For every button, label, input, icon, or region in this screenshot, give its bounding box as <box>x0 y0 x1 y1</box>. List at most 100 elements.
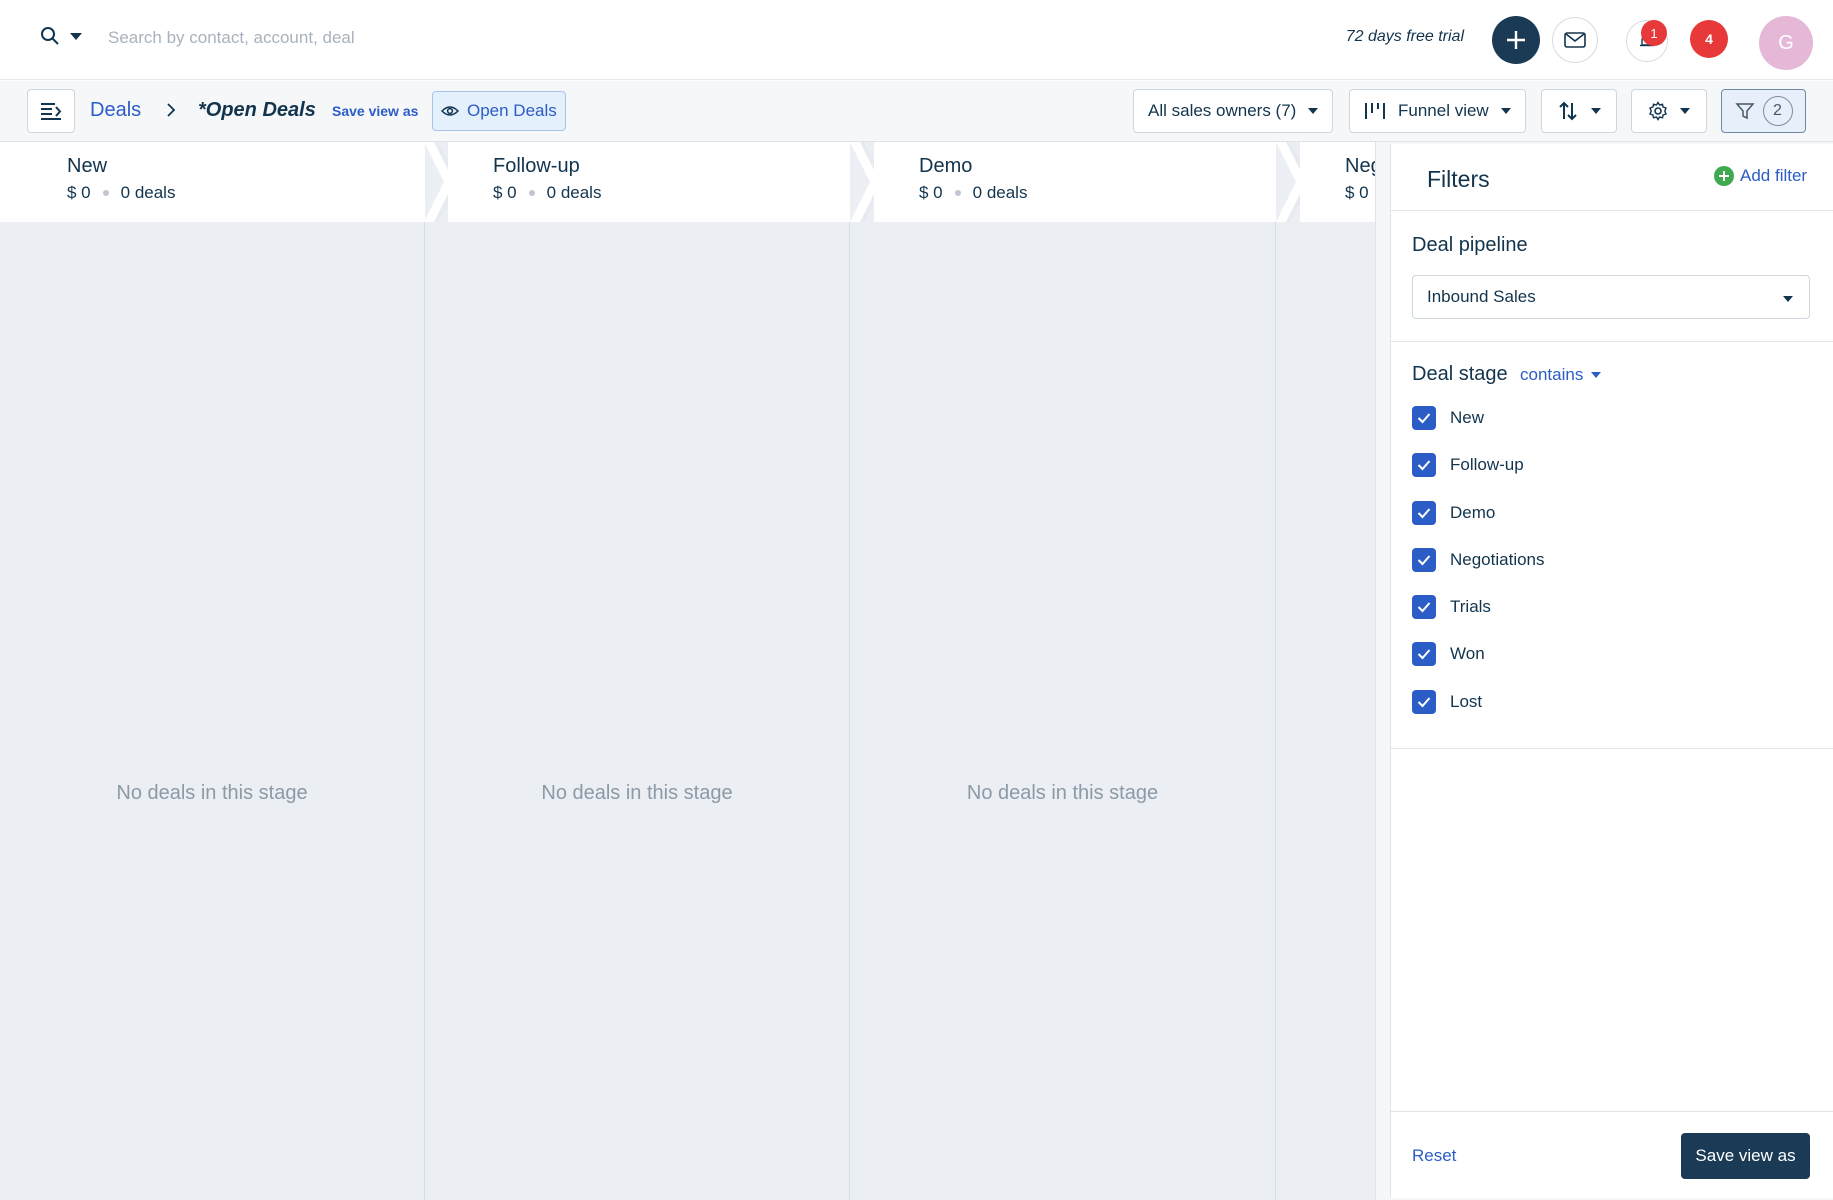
stage-summary: $ 0 0 deals <box>67 183 175 203</box>
stage-name: New <box>67 155 108 177</box>
divider <box>1390 1111 1833 1112</box>
checkmark-icon <box>1417 460 1431 471</box>
checkbox-checked[interactable] <box>1412 642 1436 666</box>
chevron-down-icon <box>1500 108 1511 114</box>
search-scope-selector[interactable] <box>38 24 82 48</box>
stage-option-lost[interactable]: Lost <box>1412 690 1482 714</box>
filters-title: Filters <box>1427 166 1490 192</box>
reset-filters-link[interactable]: Reset <box>1412 1146 1456 1166</box>
settings-dropdown[interactable] <box>1631 89 1707 133</box>
add-filter-label: Add filter <box>1740 166 1808 185</box>
stage-amount: $ 0 <box>1345 183 1369 202</box>
sales-owners-label: All sales owners (7) <box>1148 101 1297 120</box>
save-view-as-button[interactable]: Save view as <box>1681 1133 1810 1179</box>
mail-icon <box>1564 32 1586 48</box>
stage-operator-dropdown[interactable]: contains <box>1520 365 1602 385</box>
empty-stage-message: No deals in this stage <box>116 782 308 804</box>
checkmark-icon <box>1417 602 1431 613</box>
user-avatar[interactable]: G <box>1759 16 1813 70</box>
menu-collapse-icon <box>41 103 62 120</box>
stage-option-won[interactable]: Won <box>1412 642 1485 666</box>
deal-pipeline-value: Inbound Sales <box>1427 287 1536 306</box>
stage-option-negotiations[interactable]: Negotiations <box>1412 548 1545 572</box>
stage-summary: $ 0 0 deals <box>493 183 601 203</box>
sort-dropdown[interactable] <box>1541 89 1617 133</box>
divider <box>1390 748 1833 749</box>
view-mode-dropdown[interactable]: Funnel view <box>1349 89 1526 133</box>
stage-option-demo[interactable]: Demo <box>1412 501 1495 525</box>
stage-header-negotiations: Neg $ 0 <box>1300 142 1375 222</box>
active-filter-count: 2 <box>1762 96 1793 126</box>
checkmark-icon <box>1417 649 1431 660</box>
stage-option-trials[interactable]: Trials <box>1412 595 1491 619</box>
global-search-input[interactable] <box>108 22 708 54</box>
checkbox-checked[interactable] <box>1412 501 1436 525</box>
checkbox-checked[interactable] <box>1412 690 1436 714</box>
stage-name: Follow-up <box>493 155 580 177</box>
stage-option-label: New <box>1450 408 1485 427</box>
gear-icon <box>1649 101 1667 121</box>
stage-deal-count: 0 deals <box>120 183 176 202</box>
stage-option-follow-up[interactable]: Follow-up <box>1412 453 1524 477</box>
stage-option-label: Trials <box>1450 597 1491 616</box>
checkbox-checked[interactable] <box>1412 453 1436 477</box>
deal-pipeline-select[interactable]: Inbound Sales <box>1412 275 1810 319</box>
save-view-as-link[interactable]: Save view as <box>332 103 418 119</box>
empty-stage-message: No deals in this stage <box>541 782 733 804</box>
view-toolbar: Deals *Open Deals Save view as Open Deal… <box>0 81 1833 142</box>
checkmark-icon <box>1417 508 1431 519</box>
sales-owners-dropdown[interactable]: All sales owners (7) <box>1133 89 1334 133</box>
deals-funnel-board: New $ 0 0 deals No deals in this stage Fo… <box>0 142 1375 1200</box>
stage-deal-count: 0 deals <box>972 183 1028 202</box>
notification-count-badge: 1 <box>1641 20 1667 46</box>
alerts-count-button[interactable]: 4 <box>1690 20 1728 58</box>
divider <box>1390 341 1833 342</box>
sidebar-toggle-button[interactable] <box>27 89 75 133</box>
stage-option-label: Won <box>1450 644 1485 663</box>
deal-pipeline-label: Deal pipeline <box>1412 234 1528 256</box>
view-mode-label: Funnel view <box>1398 101 1489 120</box>
stage-column-follow-up: No deals in this stage <box>425 222 850 1200</box>
stage-amount: $ 0 <box>493 183 517 202</box>
stage-column-negotiations <box>1276 222 1375 1200</box>
plus-icon <box>1507 31 1525 49</box>
stage-summary: $ 0 <box>1345 183 1369 203</box>
checkbox-checked[interactable] <box>1412 548 1436 572</box>
stage-header-demo: Demo $ 0 0 deals <box>874 142 1276 222</box>
chevron-down-icon <box>70 32 82 40</box>
view-selector-chip[interactable]: Open Deals <box>432 91 566 131</box>
deal-stage-label: Deal stage <box>1412 363 1508 385</box>
chevron-down-icon <box>1783 296 1793 302</box>
stage-operator-label: contains <box>1520 365 1584 384</box>
stage-option-new[interactable]: New <box>1412 406 1484 430</box>
email-button[interactable] <box>1552 17 1598 63</box>
chevron-down-icon <box>1591 108 1601 114</box>
checkbox-checked[interactable] <box>1412 406 1436 430</box>
empty-stage-message: No deals in this stage <box>966 782 1159 804</box>
filters-toggle-button[interactable]: 2 <box>1721 89 1806 133</box>
checkmark-icon <box>1417 697 1431 708</box>
stage-option-label: Lost <box>1450 692 1483 711</box>
checkmark-icon <box>1417 413 1431 424</box>
stage-name: Neg <box>1345 155 1375 177</box>
top-navigation-bar: 72 days free trial 1 4 G <box>0 0 1833 80</box>
stage-option-label: Follow-up <box>1450 455 1524 474</box>
checkmark-icon <box>1417 555 1431 566</box>
view-chip-label: Open Deals <box>467 101 557 120</box>
add-circle-icon <box>1714 166 1734 186</box>
chevron-right-icon <box>167 103 176 117</box>
checkbox-checked[interactable] <box>1412 595 1436 619</box>
stage-header-follow-up: Follow-up $ 0 0 deals <box>448 142 850 222</box>
stage-amount: $ 0 <box>67 183 91 202</box>
chevron-down-icon <box>1591 372 1602 378</box>
stage-summary: $ 0 0 deals <box>919 183 1027 203</box>
search-icon <box>38 24 62 48</box>
chevron-down-icon <box>1308 108 1319 114</box>
stage-column-new: No deals in this stage <box>0 222 425 1200</box>
quick-add-button[interactable] <box>1492 16 1540 64</box>
breadcrumb-deals-link[interactable]: Deals <box>90 99 141 122</box>
trial-status-text: 72 days free trial <box>1345 28 1464 45</box>
chevron-down-icon <box>1680 108 1690 114</box>
funnel-columns-icon <box>1365 103 1385 119</box>
add-filter-button[interactable]: Add filter <box>1714 166 1807 186</box>
